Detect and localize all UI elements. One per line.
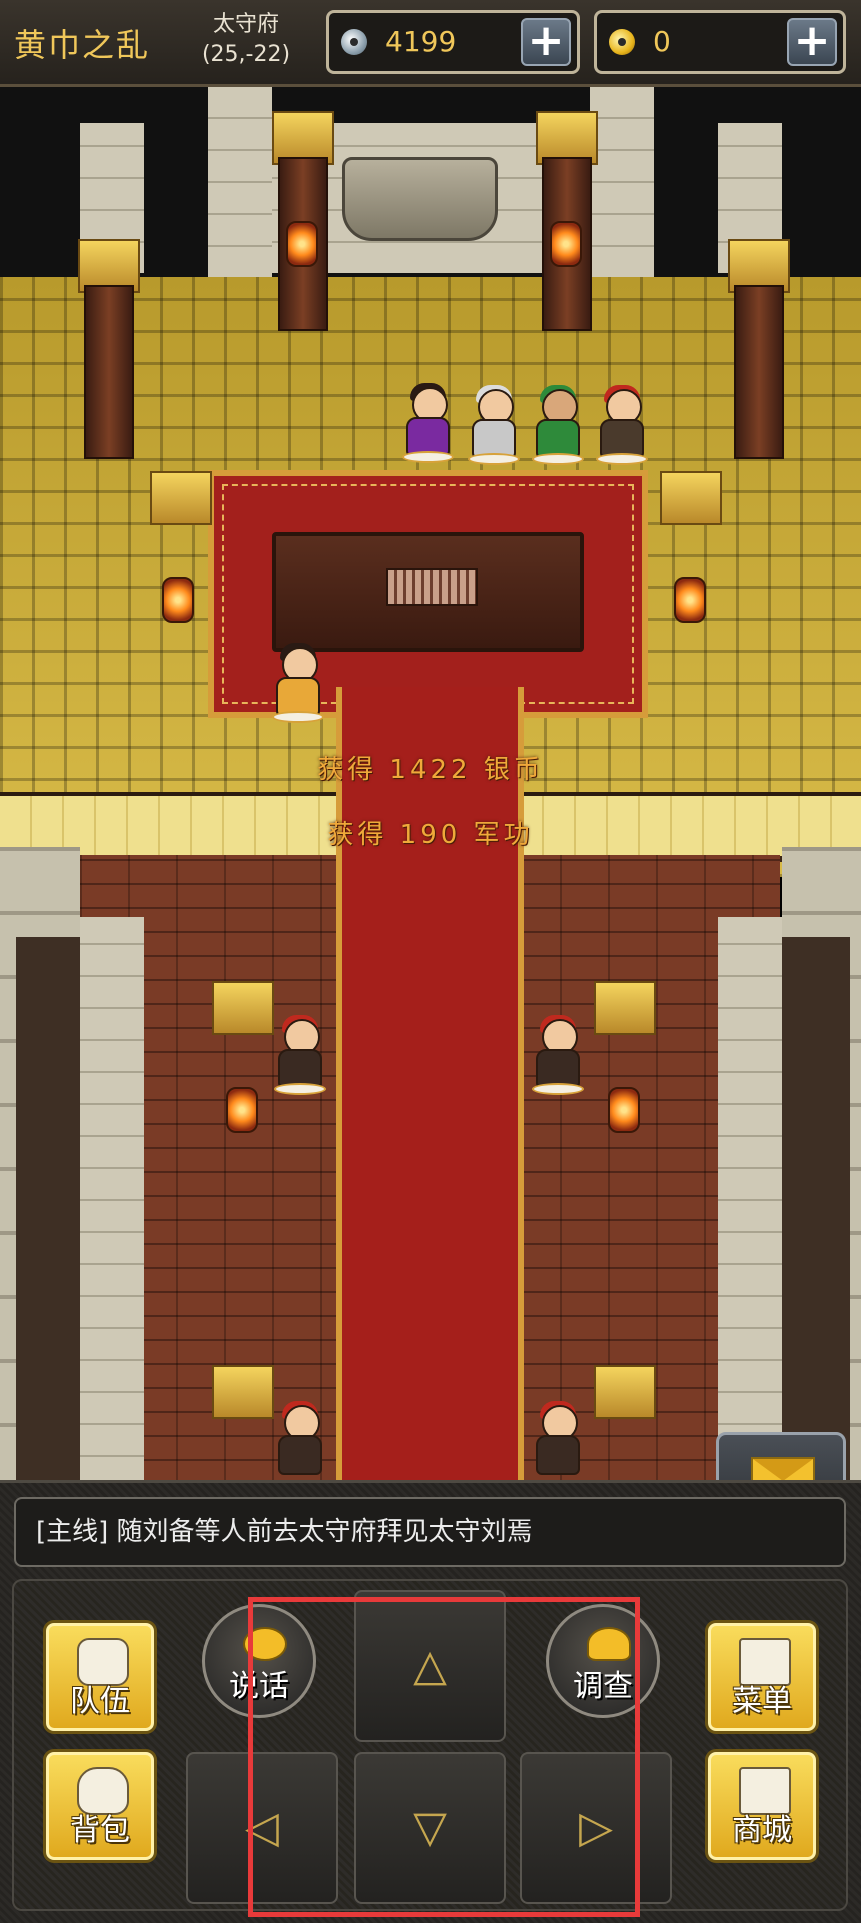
team-button[interactable]: 队伍 [46,1623,154,1731]
highlight-box [248,1597,640,1917]
bag-label: 背包 [70,1813,130,1848]
scroll-icon [386,568,478,606]
location-coords: (25,-22) [201,42,291,67]
envelope-icon [751,1457,815,1480]
wall-block [590,87,654,277]
party-member-zhang-fei[interactable] [594,385,650,465]
governor-npc[interactable] [400,383,456,463]
pillar [84,285,134,459]
game-map[interactable]: 获得 1422 银币 获得 190 军功 邮件 [0,87,861,1480]
wall-block [80,917,144,1480]
pillar [734,285,784,459]
red-carpet [336,687,524,1480]
silver-counter: 4199 + [326,10,580,74]
pillar-cap [594,1365,656,1419]
bag-button[interactable]: 背包 [46,1752,154,1860]
guard-npc[interactable] [272,1015,328,1095]
wall-block [208,87,272,277]
lantern-icon [226,1087,258,1133]
guard-npc[interactable] [530,1401,586,1479]
pillar-cap [594,981,656,1035]
lantern-icon [550,221,582,267]
pillar-cap [212,1365,274,1419]
official-npc[interactable] [270,643,326,723]
add-gold-button[interactable]: + [787,18,837,66]
menu-button[interactable]: 菜单 [708,1623,816,1731]
gold-coin-icon [609,29,635,55]
wall-block [718,917,782,1480]
reward-silver-text: 获得 1422 银币 [317,755,544,785]
silver-coin-icon [341,29,367,55]
top-status-bar: 黄巾之乱 太守府 (25,-22) 4199 + 0 + [0,0,861,87]
mail-button[interactable]: 邮件 [716,1432,846,1480]
location-name: 太守府 [212,12,279,37]
official-desk [272,532,584,652]
team-label: 队伍 [70,1684,130,1719]
shop-button[interactable]: 商城 [708,1752,816,1860]
party-member-liu-bei[interactable] [466,385,522,465]
gold-counter: 0 + [594,10,846,74]
gold-amount: 0 [653,25,671,58]
pillar-cap [212,981,274,1035]
menu-label: 菜单 [732,1684,792,1719]
reward-merit-text: 获得 190 军功 [327,820,534,850]
quest-bar[interactable]: [主线] 随刘备等人前去太守府拜见太守刘焉 [14,1497,846,1567]
silver-amount: 4199 [385,25,457,58]
location-info: 太守府 (25,-22) [186,10,306,70]
party-member-guan-yu[interactable] [530,385,586,465]
lantern-icon [286,221,318,267]
lantern-icon [608,1087,640,1133]
lantern-icon [162,577,194,623]
shop-label: 商城 [732,1813,792,1848]
guard-npc[interactable] [530,1015,586,1095]
taotie-emblem-icon [342,157,498,241]
add-silver-button[interactable]: + [521,18,571,66]
chapter-title: 黄巾之乱 [14,26,151,64]
pillar-cap [150,471,212,525]
guard-npc[interactable] [272,1401,328,1479]
pillar-cap [660,471,722,525]
lantern-icon [674,577,706,623]
